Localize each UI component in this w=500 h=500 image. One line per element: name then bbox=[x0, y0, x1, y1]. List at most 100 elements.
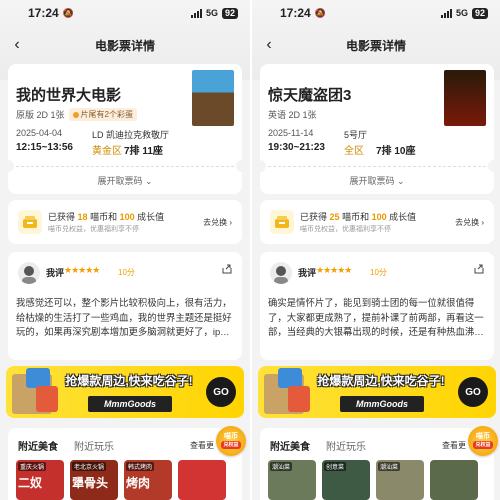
shop-name: 犟骨头 bbox=[72, 476, 109, 490]
status-bar: 17:24 🔕 5G 92 bbox=[252, 0, 500, 26]
show-time: 12:15~13:56 bbox=[16, 142, 73, 153]
bell-muted-icon: 🔕 bbox=[62, 7, 74, 18]
movie-poster[interactable] bbox=[444, 70, 486, 126]
ticket-notch-right bbox=[488, 160, 500, 172]
shop-card[interactable] bbox=[178, 460, 226, 500]
see-all-link[interactable]: 查看更 bbox=[190, 440, 214, 451]
cinema-hall-name: LD 凯迪拉克救敬厅 bbox=[92, 130, 170, 140]
ticket-divider bbox=[16, 166, 234, 167]
star-rating: ★★★★★ bbox=[316, 265, 352, 275]
shop-list: 重庆火锅 二奴 老北京火锅 犟骨头 韩式烤肉 烤肉 bbox=[16, 460, 226, 500]
nearby-tabs: 附近美食 附近玩乐 bbox=[270, 438, 366, 453]
banner-brand: MmmGoods bbox=[88, 396, 172, 412]
chevron-down-icon: ⌄ bbox=[396, 176, 405, 186]
review-text[interactable]: 我感觉还可以，整个影片比较积极向上，很有活力，给枯燥的生活打了一些鸡血，我的世界… bbox=[16, 296, 234, 354]
star-rating: ★★★★★ bbox=[64, 265, 100, 275]
show-date: 2025-04-04 bbox=[16, 128, 63, 138]
tab-nearby-food[interactable]: 附近美食 bbox=[270, 438, 310, 453]
coin-badge[interactable]: 喵币 兑权益 bbox=[468, 426, 498, 456]
shop-category: 潮汕菜 bbox=[270, 462, 293, 471]
review-label: 我评 bbox=[298, 268, 317, 278]
shop-category: 创意菜 bbox=[324, 462, 347, 471]
shop-card[interactable]: 韩式烤肉 烤肉 bbox=[124, 460, 172, 500]
ticket-notch-left bbox=[2, 160, 14, 172]
network-type: 5G bbox=[205, 8, 218, 18]
banner-headline: 抢爆款周边,快来吃谷子! bbox=[65, 374, 193, 388]
expand-label: 展开取票码 bbox=[349, 176, 395, 186]
ticket-divider bbox=[268, 166, 486, 167]
screenshot-root: 17:24 🔕 5G 92 ‹ 电影票详情 我的世界大电影 原版 2D 1张 片尾… bbox=[0, 0, 500, 500]
seat-zone: 全区 bbox=[344, 146, 364, 157]
status-bar: 17:24 🔕 5G 92 bbox=[0, 0, 250, 26]
shop-card[interactable]: 老北京火锅 犟骨头 bbox=[70, 460, 118, 500]
shop-card[interactable]: 重庆火锅 二奴 bbox=[16, 460, 64, 500]
seat-number: 7排 10座 bbox=[376, 146, 416, 157]
battery-level: 92 bbox=[221, 7, 238, 19]
tab-nearby-fun[interactable]: 附近玩乐 bbox=[326, 438, 366, 453]
growth-unit: 成长值 bbox=[389, 212, 417, 222]
tab-nearby-fun[interactable]: 附近玩乐 bbox=[74, 438, 114, 453]
coin-box-icon bbox=[18, 210, 42, 234]
seat-zone: 黄金区 bbox=[92, 146, 122, 157]
shop-card[interactable]: 创意菜 bbox=[322, 460, 370, 500]
phone-screen-left: 17:24 🔕 5G 92 ‹ 电影票详情 我的世界大电影 原版 2D 1张 片尾… bbox=[0, 0, 250, 500]
review-text[interactable]: 确实是情怀片了，能见到骑士团的每一位就很值得了，大家都更成熟了，提前补课了前两部… bbox=[268, 296, 486, 354]
merch-banner[interactable]: 抢爆款周边,快来吃谷子! MmmGoods GO bbox=[6, 366, 244, 418]
growth-unit: 成长值 bbox=[137, 212, 165, 222]
ticket-card: 惊天魔盗团3 英语 2D 1张 2025-11-14 5号厅 19:30~21:… bbox=[254, 64, 500, 194]
coin-badge-sub: 兑权益 bbox=[221, 441, 241, 449]
movie-title: 我的世界大电影 bbox=[16, 87, 122, 104]
battery-level: 92 bbox=[471, 7, 488, 19]
expand-ticket-code-button[interactable]: 展开取票码 ⌄ bbox=[260, 174, 494, 187]
signal-icon bbox=[440, 8, 452, 18]
coins-count: 25 bbox=[329, 212, 340, 222]
see-all-link[interactable]: 查看更 bbox=[442, 440, 466, 451]
merch-banner[interactable]: 抢爆款周边,快来吃谷子! MmmGoods GO bbox=[258, 366, 496, 418]
coins-unit: 喵币和 bbox=[90, 212, 118, 222]
points-card: 已获得 25 喵币和 100 成长值 喵币兑权益，优惠福利享不停 去兑换 › bbox=[260, 200, 494, 244]
shop-category: 重庆火锅 bbox=[18, 462, 47, 471]
points-prefix: 已获得 bbox=[48, 212, 76, 222]
status-time: 17:24 bbox=[28, 6, 59, 20]
merch-box-graphic bbox=[278, 368, 302, 388]
banner-brand: MmmGoods bbox=[340, 396, 424, 412]
merch-box-graphic bbox=[288, 386, 310, 412]
points-prefix: 已获得 bbox=[300, 212, 328, 222]
expand-ticket-code-button[interactable]: 展开取票码 ⌄ bbox=[8, 174, 242, 187]
shop-card[interactable]: 潮汕菜 bbox=[268, 460, 316, 500]
ticket-format: 原版 2D 1张 bbox=[16, 110, 65, 120]
chevron-left-icon[interactable]: ‹ bbox=[260, 36, 278, 54]
points-note: 喵币兑权益，优惠福利享不停 bbox=[48, 226, 139, 233]
shop-card[interactable] bbox=[430, 460, 478, 500]
show-time: 19:30~21:23 bbox=[268, 142, 325, 153]
growth-value: 100 bbox=[371, 212, 387, 222]
banner-go-button[interactable]: GO bbox=[206, 377, 236, 407]
avatar bbox=[270, 262, 292, 284]
points-earned: 已获得 18 喵币和 100 成长值 bbox=[48, 210, 164, 223]
ticket-card: 我的世界大电影 原版 2D 1张 片尾有2个彩蛋 2025-04-04 LD 凯… bbox=[2, 64, 248, 194]
review-card: 我评 ★★★★★ 10分 我感觉还可以，整个影片比较积极向上，很有活力，给枯燥的… bbox=[8, 252, 242, 360]
chevron-right-icon: › bbox=[229, 218, 232, 227]
nav-bar: ‹ 电影票详情 bbox=[0, 32, 250, 58]
bell-muted-icon: 🔕 bbox=[314, 7, 326, 18]
seat-number: 7排 11座 bbox=[124, 146, 163, 157]
chevron-left-icon[interactable]: ‹ bbox=[8, 36, 26, 54]
nav-bar: ‹ 电影票详情 bbox=[252, 32, 500, 58]
movie-poster[interactable] bbox=[192, 70, 234, 126]
cinema-hall-name: 5号厅 bbox=[344, 130, 368, 140]
coin-badge-label: 喵币 bbox=[476, 433, 490, 440]
page-title: 电影票详情 bbox=[345, 38, 406, 53]
coin-box-icon bbox=[270, 210, 294, 234]
share-icon[interactable] bbox=[222, 264, 232, 274]
exchange-button[interactable]: 去兑换 › bbox=[455, 217, 484, 228]
easter-egg-tag-label: 片尾有2个彩蛋 bbox=[80, 110, 133, 119]
share-icon[interactable] bbox=[474, 264, 484, 274]
exchange-button[interactable]: 去兑换 › bbox=[203, 217, 232, 228]
coins-count: 18 bbox=[77, 212, 88, 222]
banner-go-button[interactable]: GO bbox=[458, 377, 488, 407]
shop-card[interactable]: 潮汕菜 bbox=[376, 460, 424, 500]
tab-nearby-food[interactable]: 附近美食 bbox=[18, 438, 58, 453]
shop-category: 韩式烤肉 bbox=[126, 462, 155, 471]
growth-value: 100 bbox=[119, 212, 135, 222]
coin-badge[interactable]: 喵币 兑权益 bbox=[216, 426, 246, 456]
